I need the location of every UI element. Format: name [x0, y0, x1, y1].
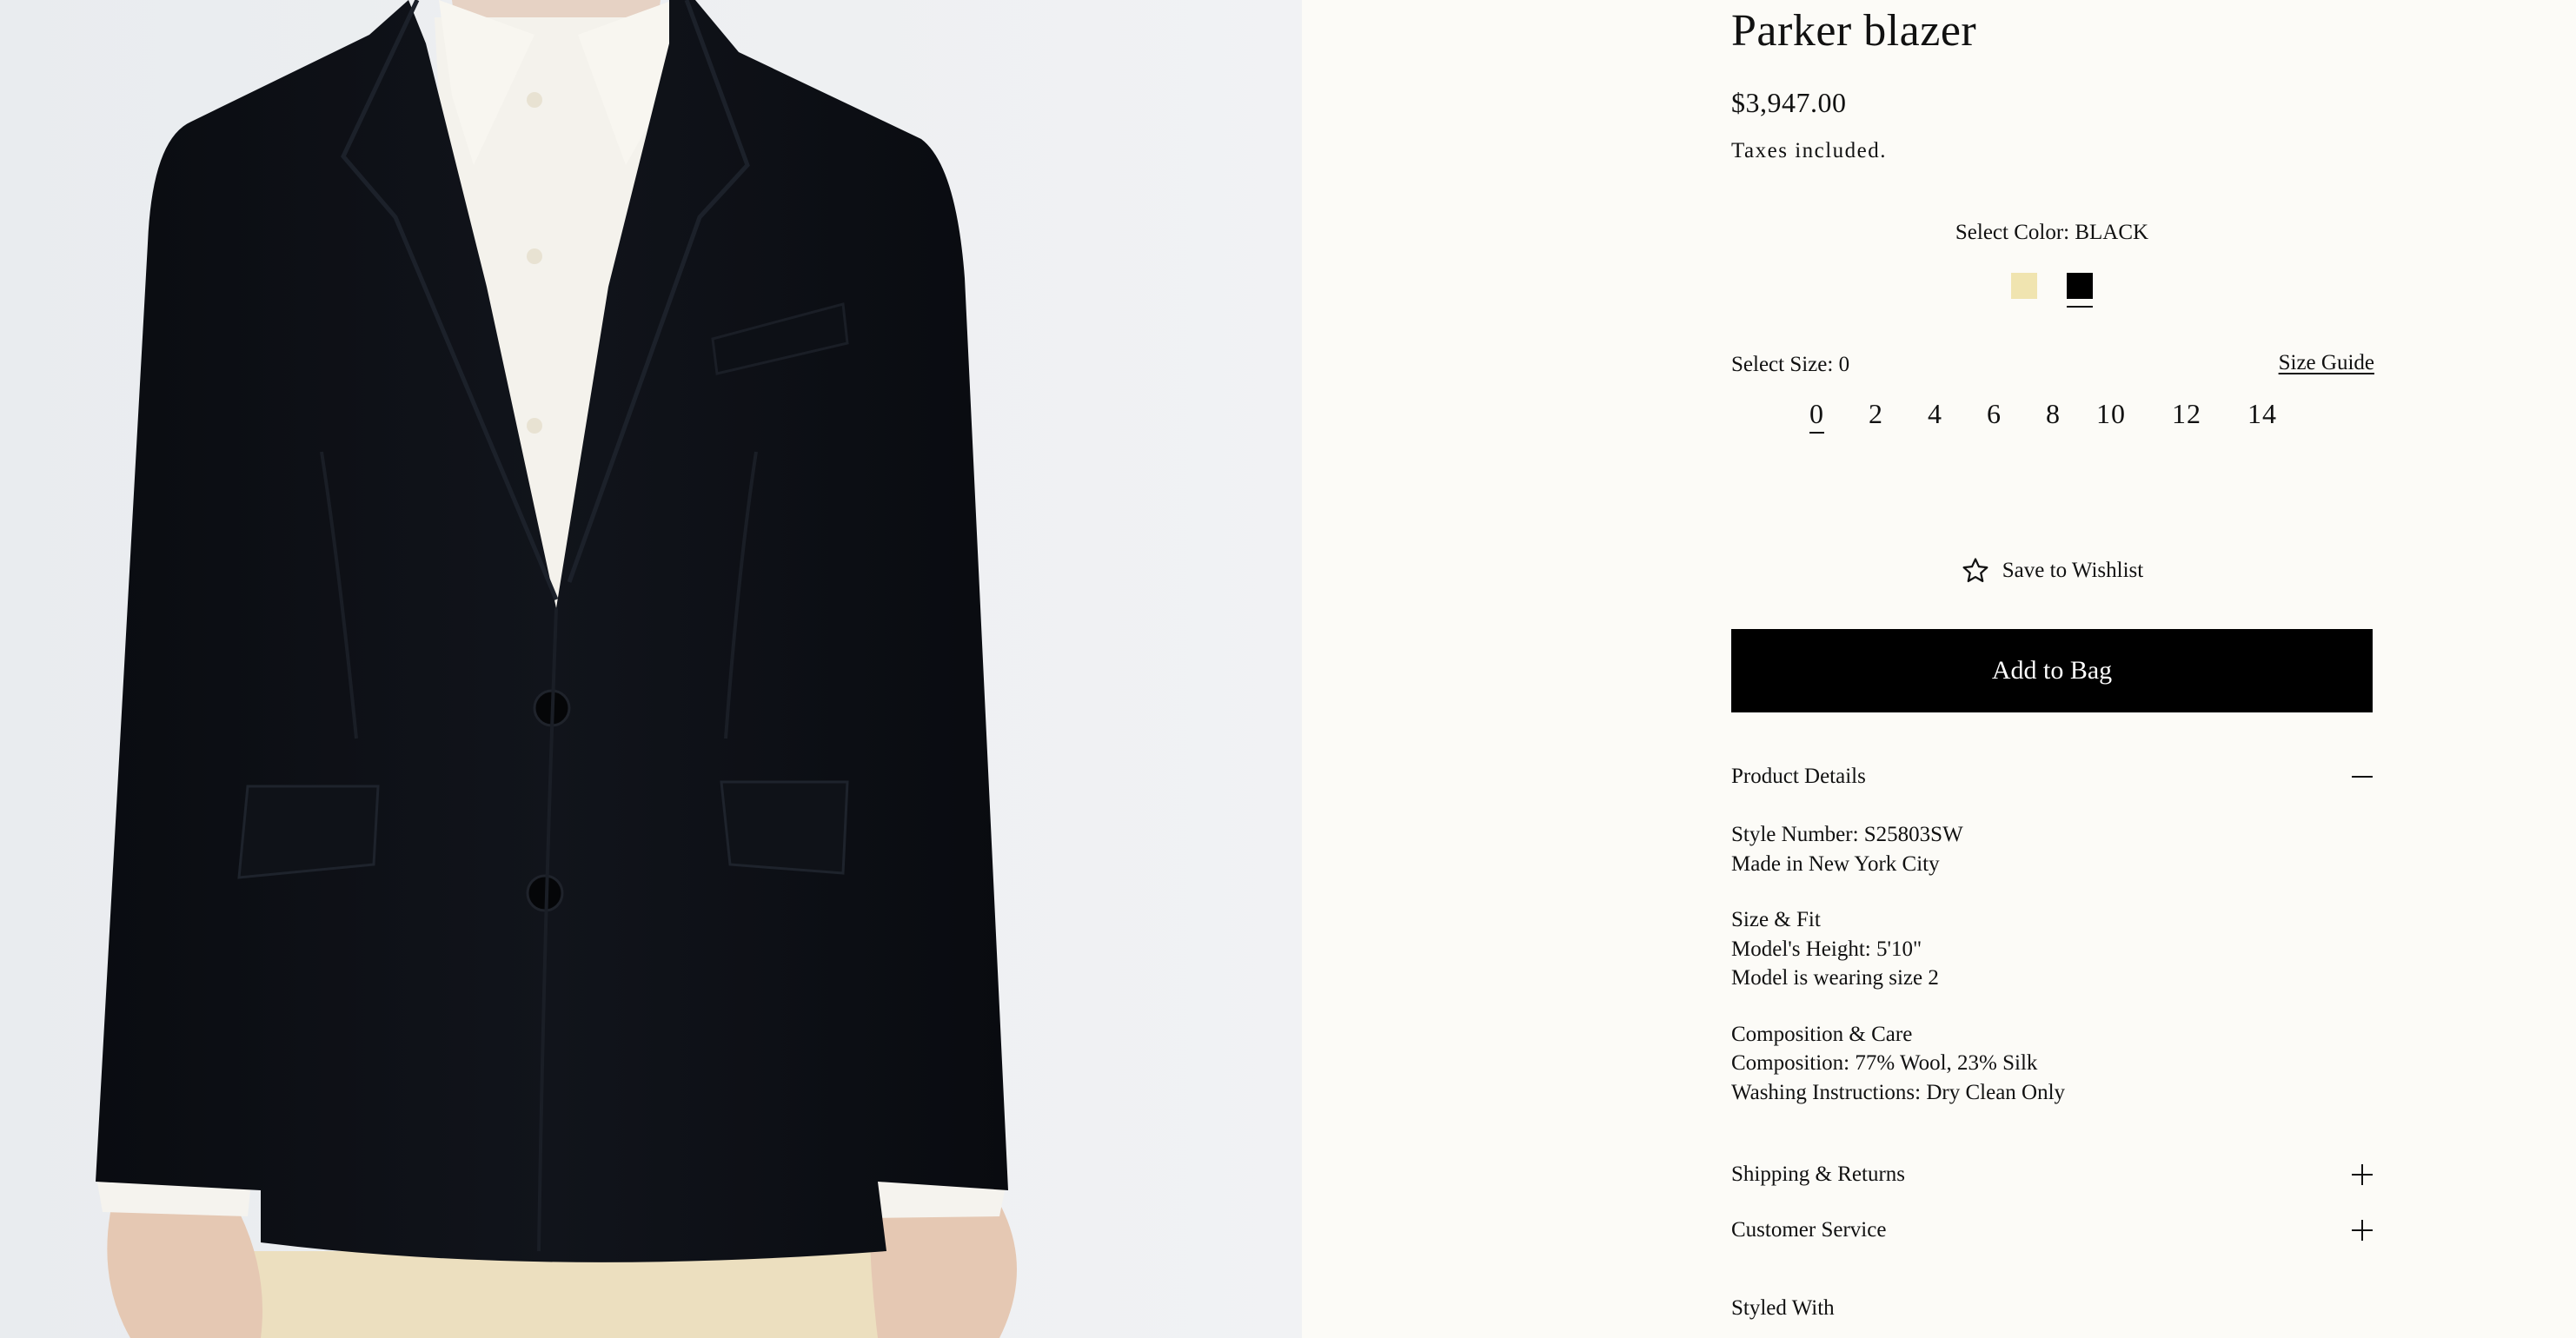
star-icon [1962, 558, 1988, 583]
select-color-label: Select Color: BLACK [1955, 221, 2149, 244]
made-in: Made in New York City [1731, 851, 1940, 876]
customer-service-title: Customer Service [1731, 1218, 1887, 1242]
style-number: Style Number: S25803SW [1731, 823, 1963, 846]
wishlist-label: Save to Wishlist [2002, 559, 2144, 582]
accordion-shipping-returns[interactable]: Shipping & Returns [1731, 1162, 2373, 1187]
product-info-panel: Parker blazer $3,947.00 Taxes included. … [1731, 6, 2374, 1320]
minus-icon [2352, 766, 2373, 787]
plus-icon [2352, 1220, 2373, 1241]
product-details-content: Style Number: S25803SW Made in New York … [1731, 820, 2065, 1107]
accordion-customer-service[interactable]: Customer Service [1731, 1218, 2373, 1242]
save-to-wishlist-button[interactable]: Save to Wishlist [1731, 556, 2373, 586]
select-size-label: Select Size: 0 [1731, 353, 1850, 376]
color-swatches [1731, 273, 2373, 308]
product-details-title: Product Details [1731, 765, 1866, 788]
blazer-photo [0, 0, 1302, 1338]
styled-with-title: Styled With [1731, 1296, 1835, 1320]
taxes-note: Taxes included. [1731, 139, 1888, 162]
size-fit-title: Size & Fit [1731, 908, 1821, 931]
plus-icon [2352, 1164, 2373, 1185]
add-to-bag-button[interactable]: Add to Bag [1731, 629, 2373, 712]
size-guide-link[interactable]: Size Guide [2279, 351, 2374, 375]
product-image[interactable] [0, 0, 1302, 1338]
accordion-product-details[interactable]: Product Details [1731, 765, 2373, 789]
shipping-returns-title: Shipping & Returns [1731, 1162, 1906, 1186]
model-height: Model's Height: 5'10" [1731, 937, 1922, 961]
composition: Composition: 77% Wool, 23% Silk [1731, 1051, 2038, 1075]
product-title: Parker blazer [1731, 6, 1977, 56]
model-size: Model is wearing size 2 [1731, 966, 1939, 990]
product-page: Parker blazer $3,947.00 Taxes included. … [0, 0, 2576, 1338]
composition-care-title: Composition & Care [1731, 1022, 1913, 1046]
product-price: $3,947.00 [1731, 87, 1847, 118]
color-swatch-black[interactable] [2067, 273, 2093, 308]
washing-instructions: Washing Instructions: Dry Clean Only [1731, 1080, 2066, 1104]
color-swatch-cream[interactable] [2011, 273, 2037, 299]
